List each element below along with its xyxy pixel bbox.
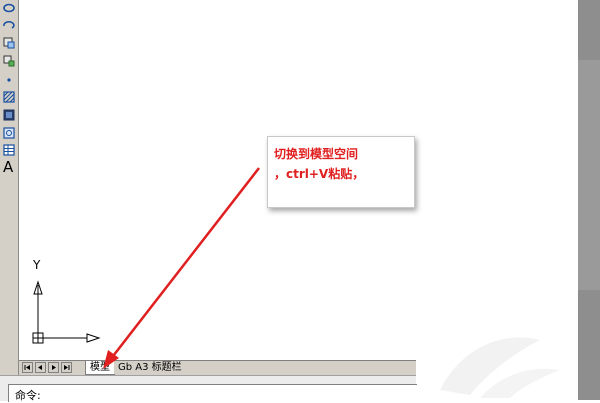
callout-line-1: 切换到模型空间: [274, 147, 359, 161]
tab-model[interactable]: 模型: [85, 361, 115, 375]
last-tab-button[interactable]: [61, 362, 72, 373]
ucs-y-label: Y: [33, 258, 41, 272]
ellipse-arc-icon[interactable]: [2, 18, 16, 32]
watermark-logo: [440, 337, 560, 398]
first-tab-button[interactable]: [22, 362, 33, 373]
side-panel: [578, 0, 600, 400]
insert-block-icon[interactable]: [2, 36, 16, 50]
command-prompt-label: 命令:: [15, 389, 41, 402]
tab-layout-gb-a3[interactable]: Gb A3 标题栏: [114, 361, 186, 374]
side-panel-inner: [578, 60, 600, 290]
command-line[interactable]: 命令:: [8, 384, 417, 402]
point-icon[interactable]: [2, 72, 16, 86]
draw-toolbar: A: [0, 0, 19, 400]
text-tool-button[interactable]: A: [3, 158, 17, 176]
prev-tab-button[interactable]: [35, 362, 46, 373]
layout-tab-bar: 模型 Gb A3 标题栏: [19, 360, 416, 375]
make-block-icon[interactable]: [2, 54, 16, 68]
region-icon[interactable]: [2, 126, 16, 140]
instruction-callout: 切换到模型空间 ，ctrl+V粘贴，: [267, 136, 415, 208]
ellipse-icon[interactable]: [2, 1, 16, 15]
command-area: 命令:: [0, 375, 417, 402]
gradient-icon[interactable]: [2, 108, 16, 122]
table-icon[interactable]: [2, 143, 16, 157]
hatch-icon[interactable]: [2, 90, 16, 104]
callout-line-2: ，ctrl+V粘贴，: [274, 167, 365, 181]
next-tab-button[interactable]: [48, 362, 59, 373]
